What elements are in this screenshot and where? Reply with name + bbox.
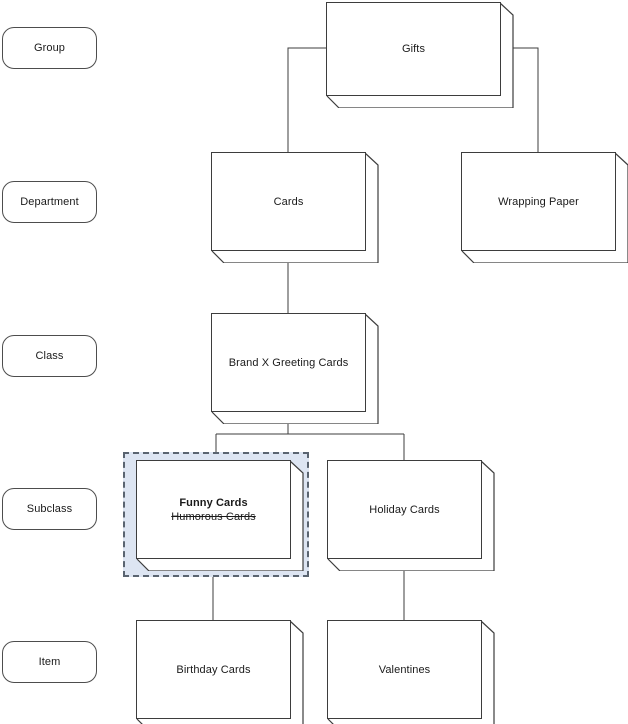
node-funny-cards-sublabel: Humorous Cards xyxy=(171,510,256,523)
node-gifts-label: Gifts xyxy=(401,43,426,55)
node-valentines-label: Valentines xyxy=(378,663,431,676)
level-pill-group-label: Group xyxy=(33,42,66,54)
node-brand-x-greeting-cards-label: Brand X Greeting Cards xyxy=(228,356,349,369)
node-cards-label: Cards xyxy=(273,195,304,208)
node-funny-cards-label: Funny Cards xyxy=(179,496,248,509)
diagram-canvas: Group Department Class Subclass Item Gif… xyxy=(0,0,628,724)
node-holiday-cards-label: Holiday Cards xyxy=(369,503,440,516)
level-pill-class[interactable]: Class xyxy=(2,335,97,377)
level-pill-department[interactable]: Department xyxy=(2,181,97,223)
node-birthday-cards-face[interactable]: Birthday Cards xyxy=(136,620,291,719)
node-birthday-cards[interactable]: Birthday Cards xyxy=(136,620,304,724)
level-pill-class-label: Class xyxy=(35,350,64,362)
node-wrapping-paper[interactable]: Wrapping Paper xyxy=(461,152,628,263)
node-funny-cards-face[interactable]: Funny Cards Humorous Cards xyxy=(136,460,291,559)
edge-gifts-wrapping-paper xyxy=(513,47,539,152)
node-brand-x-greeting-cards-face[interactable]: Brand X Greeting Cards xyxy=(211,313,366,412)
edge-gifts-cards xyxy=(287,47,326,152)
level-pill-department-label: Department xyxy=(20,196,79,208)
node-birthday-cards-label: Birthday Cards xyxy=(176,663,251,676)
level-pill-group[interactable]: Group xyxy=(2,27,97,69)
level-pill-subclass[interactable]: Subclass xyxy=(2,488,97,530)
node-wrapping-paper-face[interactable]: Wrapping Paper xyxy=(461,152,616,251)
node-holiday-cards[interactable]: Holiday Cards xyxy=(327,460,495,571)
level-pill-item-label: Item xyxy=(38,656,61,668)
node-cards-face[interactable]: Cards xyxy=(211,152,366,251)
node-valentines-face[interactable]: Valentines xyxy=(327,620,482,719)
node-valentines[interactable]: Valentines xyxy=(327,620,495,724)
node-cards[interactable]: Cards xyxy=(211,152,379,263)
node-funny-cards[interactable]: Funny Cards Humorous Cards xyxy=(136,460,304,571)
node-wrapping-paper-label: Wrapping Paper xyxy=(498,195,579,208)
level-pill-subclass-label: Subclass xyxy=(26,503,73,515)
level-pill-item[interactable]: Item xyxy=(2,641,97,683)
node-gifts-face[interactable]: Gifts xyxy=(326,2,501,96)
node-brand-x-greeting-cards[interactable]: Brand X Greeting Cards xyxy=(211,313,379,424)
node-gifts[interactable]: Gifts xyxy=(326,2,514,108)
node-holiday-cards-face[interactable]: Holiday Cards xyxy=(327,460,482,559)
